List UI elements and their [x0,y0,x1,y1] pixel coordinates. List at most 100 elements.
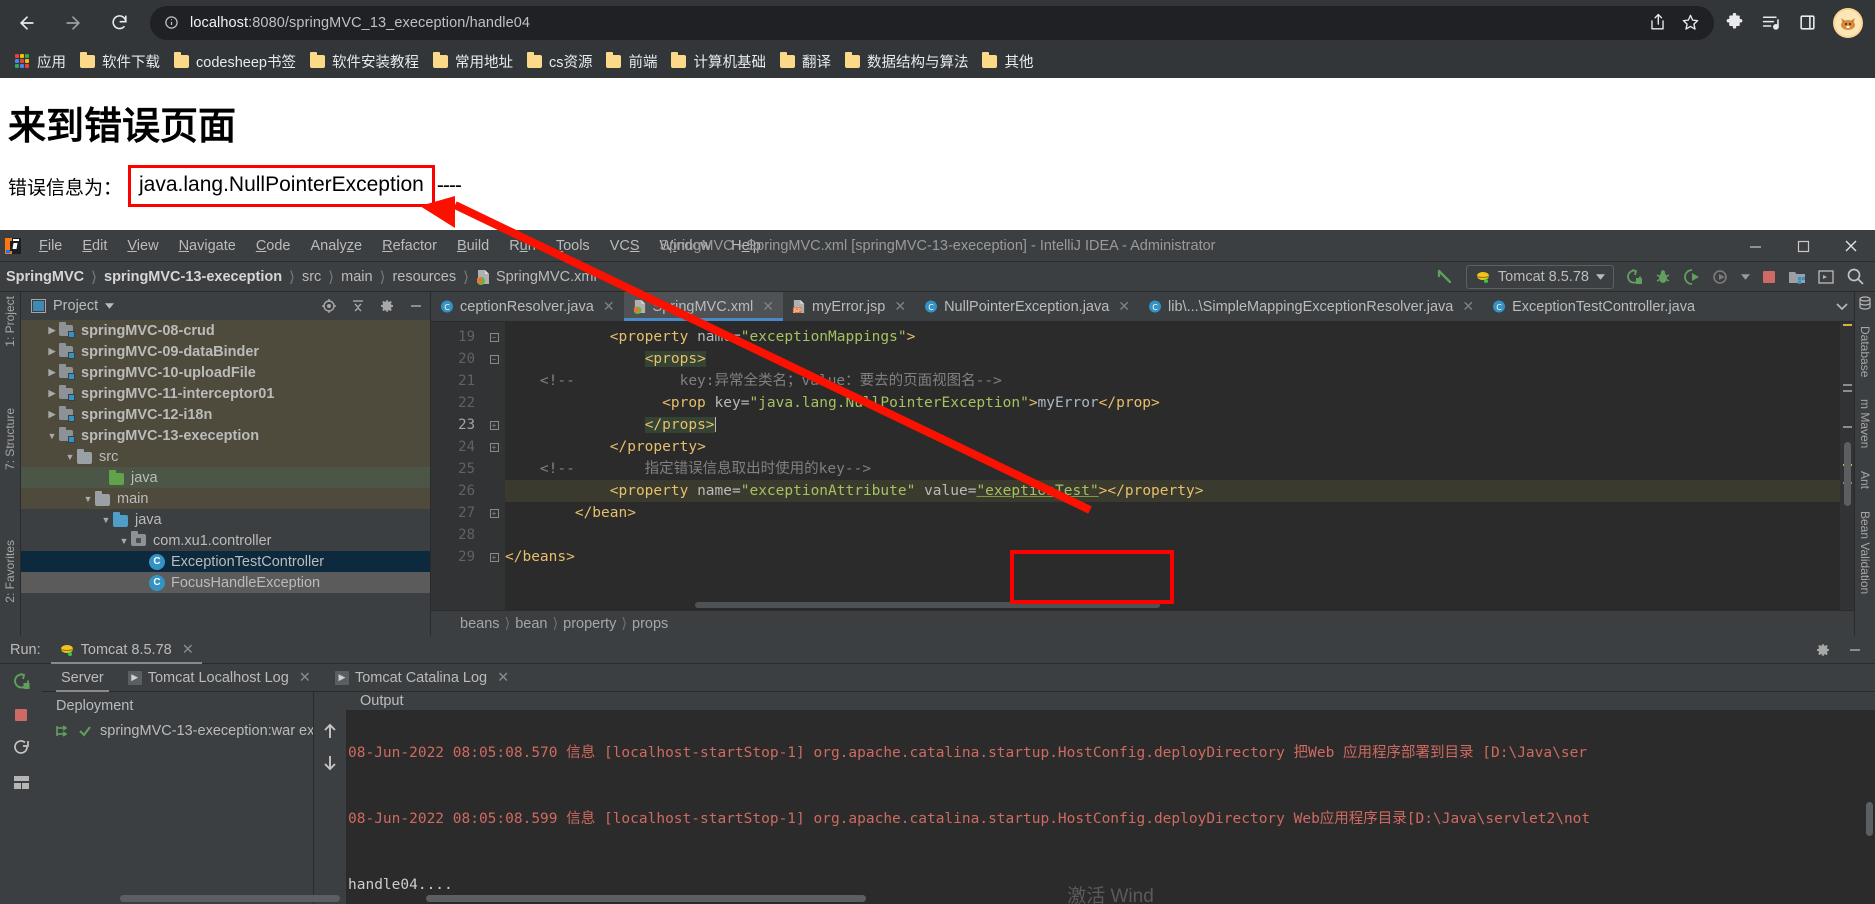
menu-help[interactable]: Help [721,235,771,257]
breadcrumb-item-5[interactable]: SpringMVC.xml [472,269,601,285]
expand-arrow-icon[interactable]: ▶ [45,388,59,399]
menu-analyze[interactable]: Analyze [301,235,373,257]
tool-strip-structure[interactable]: 7: Structure [3,408,17,470]
site-info-icon[interactable] [164,15,179,30]
settings-gear-icon[interactable] [379,298,395,314]
extensions-puzzle-icon[interactable] [1724,12,1745,33]
editor-tabs-overflow[interactable] [1830,292,1854,321]
stop-square-icon[interactable] [1761,269,1777,285]
reading-list-icon[interactable] [1761,12,1782,33]
expand-arrow-icon[interactable]: ▶ [45,325,59,336]
menu-vcs[interactable]: VCS [600,235,650,257]
deployment-horizontal-scrollbar[interactable] [120,895,340,902]
bookmark-item-3[interactable]: 软件安装教程 [306,48,429,76]
settings-gear-icon[interactable] [1815,642,1831,658]
close-icon[interactable] [1827,230,1875,262]
menu-tools[interactable]: Tools [546,235,600,257]
editor-crumb-1[interactable]: bean [510,616,552,632]
editor-tab-springmvc-xml[interactable]: SpringMVC.xml ✕ [623,292,784,321]
collapse-arrow-icon[interactable]: ▼ [99,515,113,525]
bookmark-item-apps[interactable]: 应用 [11,48,76,76]
restart-icon[interactable] [12,739,31,758]
tool-strip-bean-validation[interactable]: Bean Validation [1858,511,1872,594]
rerun-icon[interactable] [12,672,31,691]
share-icon[interactable] [1648,13,1667,32]
locate-target-icon[interactable] [321,298,337,314]
menu-window[interactable]: Window [650,235,722,257]
fold-minus-icon[interactable]: − [489,354,499,364]
bookmark-item-9[interactable]: 数据结构与算法 [841,48,979,76]
run-subtab-tomcat-catalina-log[interactable]: ▶ Tomcat Catalina Log ✕ [326,664,518,692]
run-subtab-tomcat-localhost-log[interactable]: ▶ Tomcat Localhost Log ✕ [119,664,320,692]
tree-item-package-controller[interactable]: ▼ com.xu1.controller [21,530,430,551]
hammer-icon[interactable] [1435,267,1455,287]
back-button[interactable] [8,4,46,42]
console-vertical-scrollbar[interactable] [1866,801,1873,836]
tree-item-springmvc-10-uploadfile[interactable]: ▶ springMVC-10-uploadFile [21,362,430,383]
tree-item-springmvc-11-interceptor01[interactable]: ▶ springMVC-11-interceptor01 [21,383,430,404]
close-icon[interactable]: ✕ [1462,298,1474,315]
console-horizontal-scrollbar[interactable] [426,895,866,902]
close-icon[interactable]: ✕ [299,670,311,686]
bookmark-star-icon[interactable] [1681,13,1700,32]
address-bar[interactable]: localhost:8080/springMVC_13_exeception/h… [150,5,1714,40]
scroll-up-icon[interactable] [322,722,338,740]
hide-minus-icon[interactable] [1847,642,1863,658]
breadcrumb-item-1[interactable]: springMVC-13-exeception [100,269,286,285]
forward-button[interactable] [54,4,92,42]
scroll-down-icon[interactable] [322,754,338,772]
collapse-arrow-icon[interactable]: ▼ [81,494,95,504]
collapse-all-icon[interactable] [350,298,366,314]
tool-strip-project[interactable]: 1: Project [3,296,17,347]
bookmark-item-5[interactable]: cs资源 [523,48,603,76]
project-panel-title[interactable]: Project [31,298,115,314]
stop-icon[interactable] [13,707,29,723]
bookmark-item-7[interactable]: 计算机基础 [667,48,776,76]
tree-item-springmvc-09-databinder[interactable]: ▶ springMVC-09-dataBinder [21,341,430,362]
run-tab-tomcat[interactable]: Tomcat 8.5.78 ✕ [50,636,203,664]
reload-button[interactable] [100,4,138,42]
bookmark-item-2[interactable]: codesheep书签 [170,48,306,76]
breadcrumb-item-3[interactable]: main [337,269,376,285]
menu-refactor[interactable]: Refactor [372,235,447,257]
debug-bug-icon[interactable] [1654,268,1672,286]
profiler-icon[interactable] [1712,268,1730,286]
hide-minus-icon[interactable] [408,298,424,314]
editor-tab-simplemappingexceptionresolver[interactable]: C lib\...\SimpleMappingExceptionResolver… [1139,292,1483,321]
tool-strip-ant[interactable]: Ant [1858,471,1872,489]
menu-view[interactable]: View [117,235,168,257]
tree-item-java-src[interactable]: java [21,467,430,488]
tree-item-main[interactable]: ▼ main [21,488,430,509]
side-panel-icon[interactable] [1798,13,1817,32]
console-output[interactable]: 08-Jun-2022 08:05:08.570 信息 [localhost-s… [346,709,1875,904]
run-configuration-selector[interactable]: Tomcat 8.5.78 [1465,264,1614,289]
editor-tab-myerror-jsp[interactable]: JSP myError.jsp ✕ [783,292,915,321]
expand-arrow-icon[interactable]: ▶ [45,346,59,357]
code-editor[interactable]: 19 20 21 22 23 24 25 26 27 28 29 − − + +… [431,322,1854,610]
deployment-item[interactable]: springMVC-13-exeception:war expl [54,720,313,742]
close-icon[interactable]: ✕ [762,298,774,315]
close-icon[interactable]: ✕ [182,642,194,658]
update-app-icon[interactable] [1788,268,1806,286]
search-everywhere-icon[interactable] [1846,267,1865,286]
minimize-icon[interactable] [1731,230,1779,262]
close-icon[interactable]: ✕ [603,298,615,315]
editor-tab-ceptionresolver[interactable]: C ceptionResolver.java ✕ [431,292,624,321]
breadcrumb-item-4[interactable]: resources [388,269,460,285]
console-icon[interactable] [1817,268,1835,286]
editor-crumb-2[interactable]: property [558,616,621,632]
close-icon[interactable]: ✕ [894,298,906,315]
run-icon[interactable] [1625,268,1643,286]
editor-marker-gutter[interactable] [1840,322,1854,610]
menu-build[interactable]: Build [447,235,499,257]
menu-file[interactable]: File [29,235,72,257]
collapse-arrow-icon[interactable]: ▼ [45,431,59,441]
code-text[interactable]: <property name="exceptionMappings"> <pro… [505,322,1840,610]
breadcrumb-item-2[interactable]: src [298,269,325,285]
tree-item-exceptiontestcontroller[interactable]: C ExceptionTestController [21,551,430,572]
tool-strip-favorites[interactable]: 2: Favorites [3,540,17,603]
tool-strip-database[interactable]: Database [1858,326,1872,377]
fold-minus-icon[interactable]: − [489,332,499,342]
fold-plus-icon[interactable]: + [489,420,499,430]
code-folding-gutter[interactable]: − − + + + + [483,322,505,610]
